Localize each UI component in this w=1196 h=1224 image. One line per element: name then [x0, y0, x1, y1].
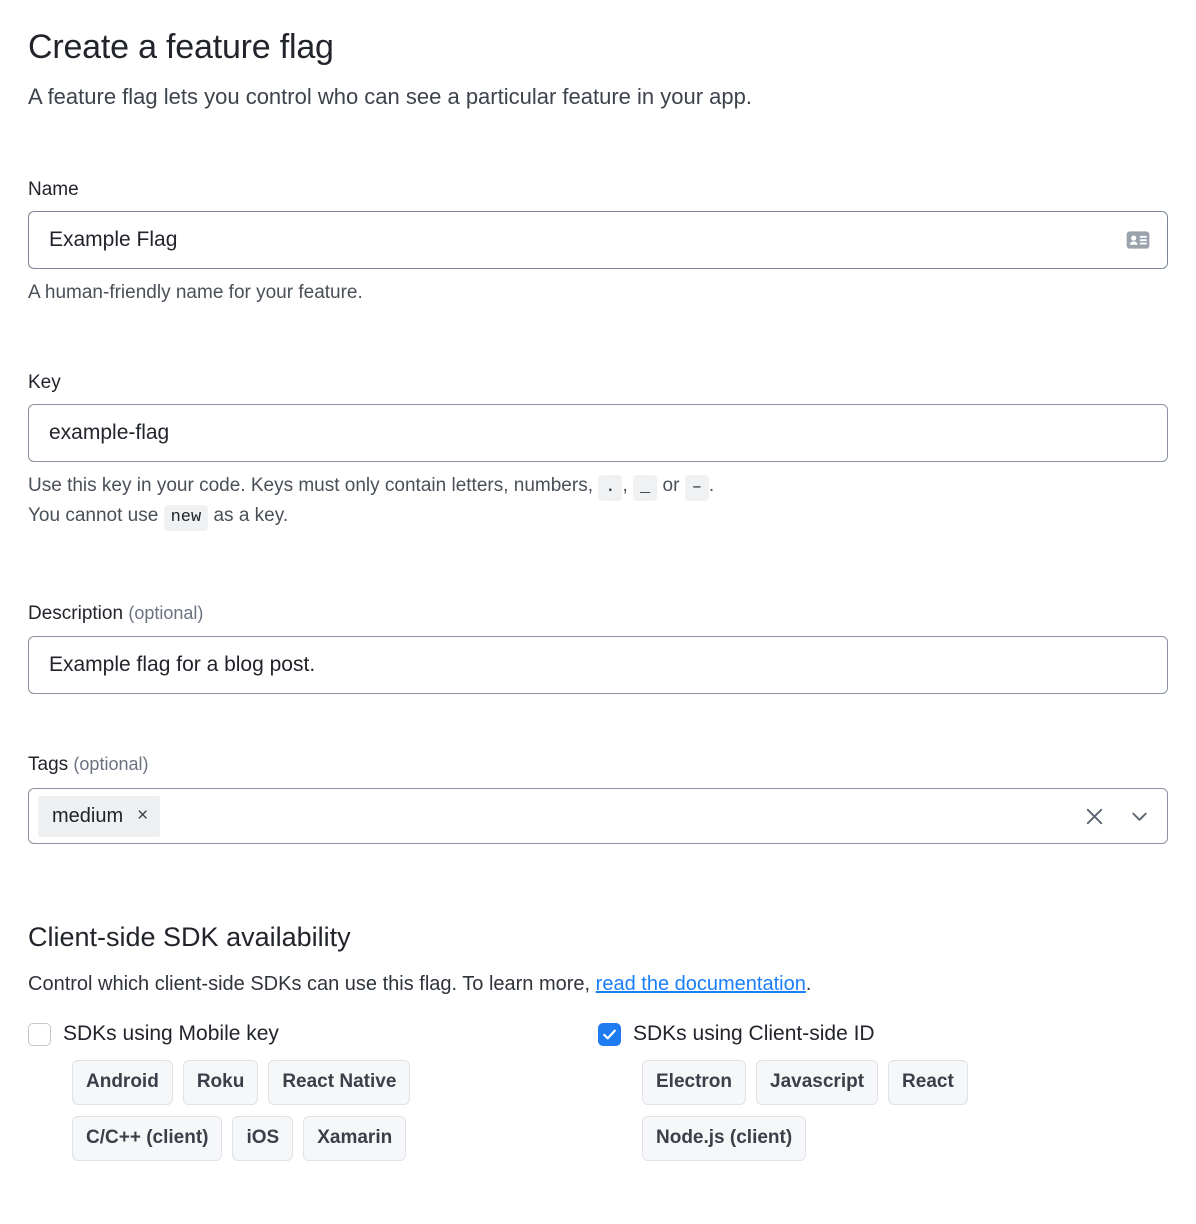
sdk-chip-row: Node.js (client) — [642, 1116, 1168, 1161]
sdk-column-mobile-key: SDKs using Mobile key Android Roku React… — [28, 1021, 598, 1172]
key-hint-code-dash: – — [684, 475, 709, 501]
sdk-section-title: Client-side SDK availability — [28, 922, 351, 952]
contact-card-icon[interactable] — [1125, 227, 1151, 253]
page-title: Create a feature flag — [28, 28, 334, 66]
tag-list: medium × — [38, 795, 1083, 837]
description-label: Description (optional) — [28, 601, 1168, 626]
sdk-chip-rows-client-side-id: Electron Javascript React Node.js (clien… — [598, 1047, 1168, 1161]
checkbox-client-side-id[interactable] — [598, 1022, 621, 1046]
sdk-columns: SDKs using Mobile key Android Roku React… — [28, 997, 1168, 1172]
sdk-chip: Node.js (client) — [642, 1116, 807, 1161]
description-field-group: Description (optional) — [28, 601, 1168, 694]
sdk-availability-section: Client-side SDK availability Control whi… — [28, 920, 1168, 1172]
key-hint-code-dot: . — [598, 475, 623, 501]
page-subtitle: A feature flag lets you control who can … — [28, 84, 752, 109]
key-hint-text-a: Use this key in your code. Keys must onl… — [28, 475, 593, 496]
key-hint-or: or — [662, 475, 680, 496]
sdk-chip: React Native — [268, 1060, 411, 1105]
name-input[interactable] — [43, 227, 1125, 253]
create-feature-flag-page: Create a feature flag A feature flag let… — [0, 0, 1196, 1224]
name-label: Name — [28, 179, 79, 200]
tags-field-group: Tags (optional) medium × — [28, 752, 1168, 844]
sdk-desc-after: . — [805, 973, 812, 995]
sdk-chip-row: Android Roku React Native — [72, 1060, 598, 1105]
key-hint-text-c: as a key. — [213, 505, 289, 526]
checkbox-row-mobile-key[interactable]: SDKs using Mobile key — [28, 1021, 598, 1047]
tags-optional-text: (optional) — [73, 754, 149, 774]
key-input-wrapper[interactable] — [28, 404, 1168, 462]
checkbox-label-mobile-key: SDKs using Mobile key — [63, 1022, 279, 1045]
tags-actions — [1083, 805, 1155, 828]
description-label-text: Description — [28, 603, 124, 624]
key-hint-code-new: new — [163, 505, 209, 531]
tag-chip[interactable]: medium × — [38, 795, 161, 837]
chevron-down-icon[interactable] — [1128, 805, 1151, 828]
checkbox-row-client-side-id[interactable]: SDKs using Client-side ID — [598, 1021, 1168, 1047]
sdk-section-description: Control which client-side SDKs can use t… — [28, 954, 1168, 997]
key-input[interactable] — [43, 420, 1153, 446]
key-hint-comma: , — [622, 475, 628, 496]
checkbox-label-client-side-id: SDKs using Client-side ID — [633, 1022, 875, 1045]
sdk-chip-row: Electron Javascript React — [642, 1060, 1168, 1105]
sdk-desc-before: Control which client-side SDKs can use t… — [28, 973, 591, 995]
sdk-column-client-side-id: SDKs using Client-side ID Electron Javas… — [598, 1021, 1168, 1172]
name-input-wrapper[interactable] — [28, 211, 1168, 269]
description-input-wrapper[interactable] — [28, 636, 1168, 694]
tag-remove-icon[interactable]: × — [137, 806, 148, 825]
name-hint: A human-friendly name for your feature. — [28, 282, 363, 303]
documentation-link[interactable]: read the documentation — [596, 973, 806, 995]
tag-chip-label: medium — [52, 804, 124, 827]
sdk-chip: Xamarin — [303, 1116, 407, 1161]
description-optional-text: (optional) — [128, 603, 204, 623]
tags-label: Tags (optional) — [28, 752, 1168, 777]
key-hint-code-underscore: _ — [633, 475, 658, 501]
description-input[interactable] — [43, 652, 1153, 678]
sdk-chip: Javascript — [756, 1060, 879, 1105]
sdk-chip: React — [888, 1060, 968, 1105]
tags-input-wrapper[interactable]: medium × — [28, 788, 1168, 844]
close-icon[interactable] — [1083, 805, 1106, 828]
sdk-chip: Android — [72, 1060, 173, 1105]
key-label: Key — [28, 372, 61, 393]
sdk-chip: Electron — [642, 1060, 747, 1105]
key-field-group: Key Use this key in your code. Keys must… — [28, 371, 1168, 532]
sdk-chip-rows-mobile-key: Android Roku React Native C/C++ (client)… — [28, 1047, 598, 1161]
key-hint: Use this key in your code. Keys must onl… — [28, 462, 1168, 532]
name-field-group: Name A human-friendly name for your feat… — [28, 178, 1168, 307]
sdk-chip-row: C/C++ (client) iOS Xamarin — [72, 1116, 598, 1161]
checkbox-mobile-key[interactable] — [28, 1022, 51, 1046]
tags-label-text: Tags — [28, 754, 69, 775]
sdk-chip: Roku — [182, 1060, 259, 1105]
sdk-chip: iOS — [232, 1116, 294, 1161]
key-hint-period: . — [708, 475, 715, 496]
key-hint-text-b: You cannot use — [28, 505, 159, 526]
sdk-chip: C/C++ (client) — [72, 1116, 223, 1161]
